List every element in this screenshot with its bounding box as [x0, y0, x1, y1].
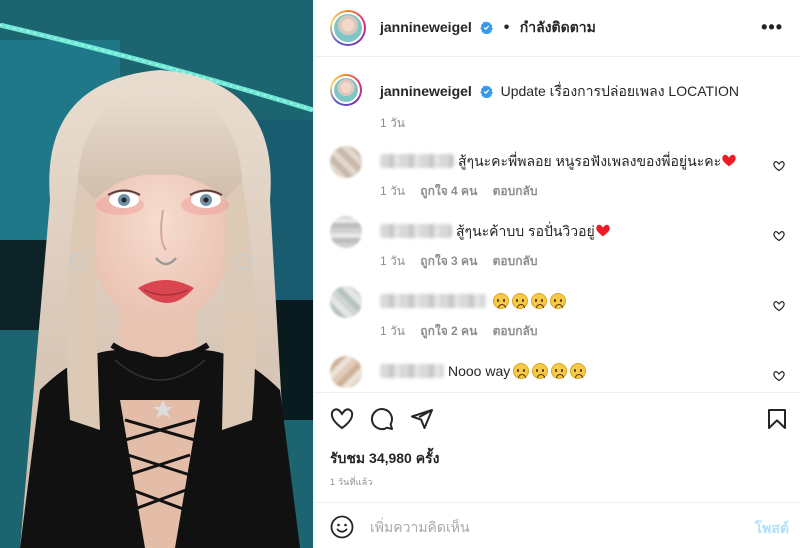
author-username[interactable]: jannineweigel	[380, 19, 472, 35]
caption-username[interactable]: jannineweigel	[380, 83, 472, 99]
share-paper-plane-icon[interactable]	[410, 407, 434, 431]
comment-time[interactable]: 1 วัน	[380, 324, 405, 338]
comment-time[interactable]: 1 วัน	[380, 184, 405, 198]
commenter-avatar[interactable]	[330, 356, 362, 388]
sad-face-emoji	[551, 363, 568, 379]
caption-row: jannineweigel Update เรื่องการปล่อยเพลง …	[330, 74, 785, 144]
like-comment-heart-icon[interactable]	[773, 300, 785, 312]
sad-face-emoji	[550, 293, 566, 309]
red-heart-emoji	[722, 154, 736, 167]
sad-face-emoji	[532, 363, 549, 379]
comment-text: Nooo way	[448, 363, 511, 379]
blurred-username[interactable]	[380, 224, 452, 238]
post-details-panel: jannineweigel • กำลังติดตาม ••• janninew…	[313, 0, 800, 548]
comment-reply-button[interactable]: ตอบกลับ	[493, 324, 538, 338]
caption-author-avatar[interactable]	[330, 74, 362, 106]
post-comment-button[interactable]: โพสต์	[755, 518, 789, 540]
post-actions: รับชม 34,980 ครั้ง 1 วันที่แล้ว	[314, 392, 800, 502]
sad-face-emoji	[513, 363, 530, 379]
blurred-username[interactable]	[380, 154, 454, 168]
separator-dot: •	[503, 19, 510, 36]
sad-face-emoji	[493, 293, 509, 309]
blurred-username[interactable]	[380, 294, 486, 308]
blurred-username[interactable]	[380, 364, 444, 378]
comment-row: สู้ๆนะคะพี่พลอย หนูรอฟังเพลงของพี่อยู่นะ…	[330, 146, 785, 206]
like-comment-heart-icon[interactable]	[773, 370, 785, 382]
following-button[interactable]: กำลังติดตาม	[520, 19, 596, 35]
verified-badge-icon	[480, 85, 493, 98]
comment-text: สู้ๆนะคะพี่พลอย หนูรอฟังเพลงของพี่อยู่นะ…	[458, 153, 722, 169]
post-header: jannineweigel • กำลังติดตาม •••	[314, 0, 800, 57]
comment-likes[interactable]: ถูกใจ 3 คน	[420, 254, 477, 268]
emoji-picker-icon[interactable]	[330, 515, 354, 539]
comment-bubble-icon[interactable]	[370, 407, 394, 431]
comment-text: สู้ๆนะค้าบบ รอปั่นวิวอยู่	[456, 223, 595, 239]
author-avatar[interactable]	[330, 10, 366, 46]
commenter-avatar[interactable]	[330, 286, 362, 318]
like-comment-heart-icon[interactable]	[773, 160, 785, 172]
post-video[interactable]	[0, 0, 313, 548]
comment-time[interactable]: 1 วัน	[380, 254, 405, 268]
red-heart-emoji	[596, 224, 610, 237]
comment-input[interactable]	[370, 515, 730, 539]
comment-reply-button[interactable]: ตอบกลับ	[493, 184, 538, 198]
video-frame-illustration	[0, 0, 313, 548]
comment-row: Nooo way	[330, 356, 785, 392]
add-comment-bar: โพสต์	[314, 502, 800, 548]
comment-reply-button[interactable]: ตอบกลับ	[493, 254, 538, 268]
sad-face-emoji	[512, 293, 528, 309]
comment-likes[interactable]: ถูกใจ 4 คน	[420, 184, 477, 198]
comments-list[interactable]: jannineweigel Update เรื่องการปล่อยเพลง …	[314, 58, 800, 392]
more-options-icon[interactable]: •••	[761, 17, 783, 38]
save-bookmark-icon[interactable]	[765, 407, 789, 431]
like-comment-heart-icon[interactable]	[773, 230, 785, 242]
verified-badge-icon	[480, 21, 494, 34]
commenter-avatar[interactable]	[330, 216, 362, 248]
view-count[interactable]: รับชม 34,980 ครั้ง	[330, 448, 439, 470]
commenter-avatar[interactable]	[330, 146, 362, 178]
sad-face-emoji	[570, 363, 587, 379]
comment-row: สู้ๆนะค้าบบ รอปั่นวิวอยู่ 1 วัน ถูกใจ 3 …	[330, 216, 785, 276]
posted-time[interactable]: 1 วันที่แล้ว	[330, 475, 373, 489]
comment-likes[interactable]: ถูกใจ 2 คน	[420, 324, 477, 338]
comment-row: 1 วัน ถูกใจ 2 คน ตอบกลับ	[330, 286, 785, 346]
like-heart-icon[interactable]	[330, 407, 354, 431]
sad-face-emoji	[531, 293, 547, 309]
caption-text: Update เรื่องการปล่อยเพลง LOCATION	[500, 83, 739, 99]
caption-time[interactable]: 1 วัน	[380, 116, 405, 130]
